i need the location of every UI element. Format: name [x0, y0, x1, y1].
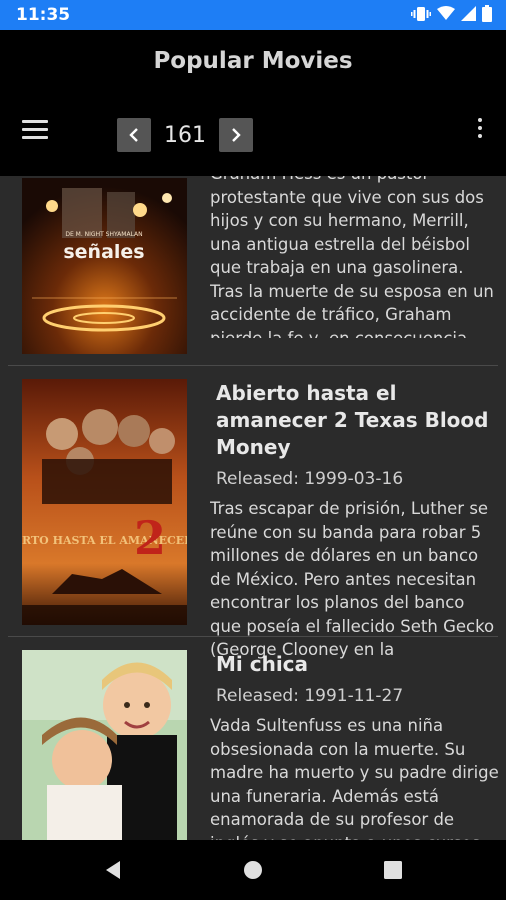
release-date: Released: 1999-03-16 [216, 469, 404, 489]
pager: 161 [117, 118, 253, 152]
more-options-icon[interactable] [476, 118, 484, 142]
battery-icon [482, 5, 492, 22]
movie-info: Mi chica Released: 1991-11-27 Vada Sulte… [210, 651, 500, 840]
status-icons [411, 5, 492, 22]
page-title: Popular Movies [153, 48, 353, 74]
home-icon[interactable] [242, 859, 264, 881]
movie-item[interactable]: Mi chica Released: 1991-11-27 Vada Sulte… [0, 637, 506, 840]
poster-number: 2 [134, 511, 166, 565]
chevron-right-icon [232, 128, 241, 142]
vibrate-icon [411, 6, 431, 21]
movie-poster[interactable] [22, 650, 187, 840]
menu-icon[interactable] [22, 120, 48, 140]
signal-icon [461, 6, 476, 21]
mi-chica-poster-art [22, 650, 187, 840]
app-header: Popular Movies 161 [0, 30, 506, 176]
movie-item[interactable]: DE M. NIGHT SHYAMALAN señales Graham Hes… [0, 176, 506, 362]
navigation-bar [0, 840, 506, 900]
movie-info: Abierto hasta el amanecer 2 Texas Blood … [210, 380, 500, 661]
movie-overview: Vada Sultenfuss es una niña obsesionada … [210, 716, 499, 840]
senales-poster-art: DE M. NIGHT SHYAMALAN señales [22, 178, 187, 354]
abierto-poster-art: ABIERTO HASTA EL AMANECER 2 [22, 379, 187, 625]
poster-tagline: DE M. NIGHT SHYAMALAN [65, 231, 142, 238]
movie-item[interactable]: ABIERTO HASTA EL AMANECER 2 Abierto hast… [0, 366, 506, 659]
chevron-left-icon [129, 128, 138, 142]
movie-poster[interactable]: ABIERTO HASTA EL AMANECER 2 [22, 379, 187, 625]
movie-title: Mi chica [216, 652, 309, 676]
movie-poster[interactable]: DE M. NIGHT SHYAMALAN señales [22, 178, 187, 354]
previous-page-button[interactable] [117, 118, 151, 152]
movie-title: Abierto hasta el amanecer 2 Texas Blood … [216, 381, 489, 459]
recents-icon[interactable] [382, 859, 404, 881]
poster-title: señales [63, 241, 144, 263]
back-icon[interactable] [102, 859, 124, 881]
status-bar: 11:35 [0, 0, 506, 30]
status-time: 11:35 [16, 5, 71, 25]
movie-info: Graham Hess es un pastor protestante que… [210, 176, 500, 338]
release-date: Released: 1991-11-27 [216, 686, 404, 706]
wifi-icon [437, 6, 455, 20]
movie-list[interactable]: DE M. NIGHT SHYAMALAN señales Graham Hes… [0, 176, 506, 840]
page-number: 161 [164, 122, 206, 148]
movie-overview: Graham Hess es un pastor protestante que… [210, 176, 494, 338]
next-page-button[interactable] [219, 118, 253, 152]
